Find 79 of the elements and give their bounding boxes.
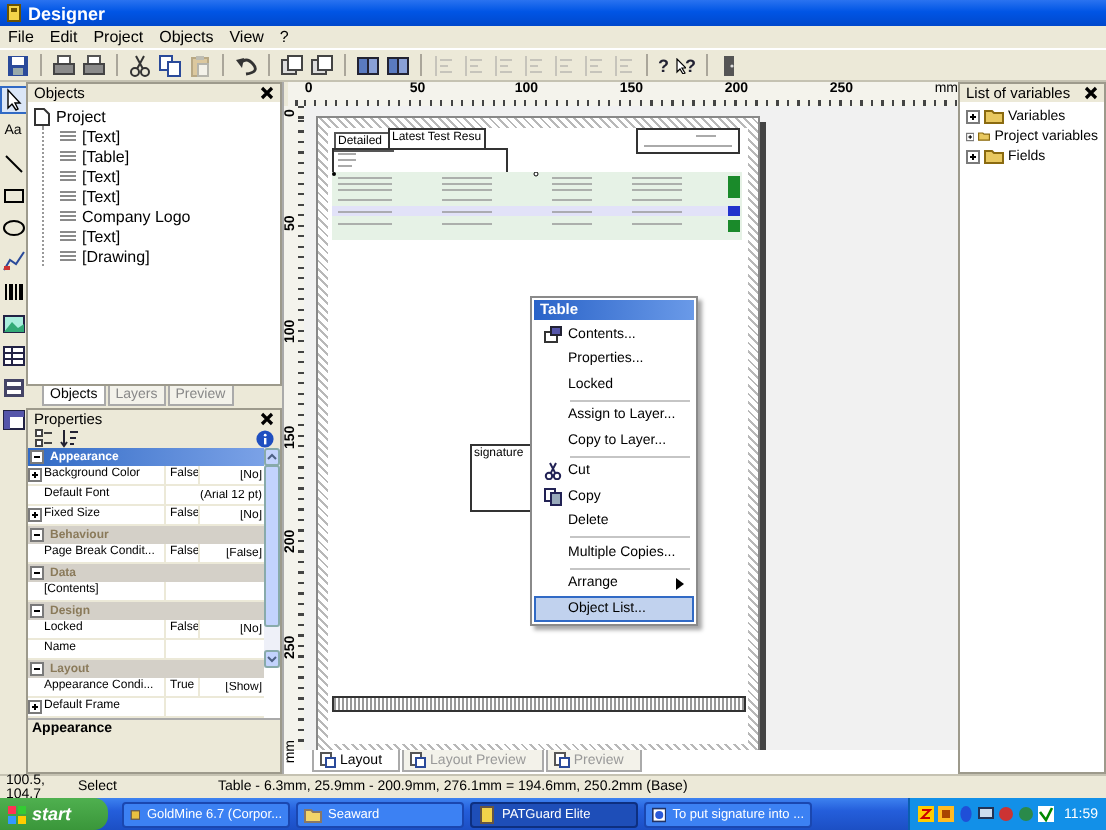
window-title: Designer bbox=[28, 3, 106, 23]
copy-icon[interactable] bbox=[158, 53, 182, 77]
expand-icon[interactable] bbox=[28, 468, 42, 482]
page-icon bbox=[410, 752, 427, 768]
menu-item[interactable]: View bbox=[229, 28, 264, 46]
menu-item[interactable]: Objects bbox=[159, 28, 214, 46]
info-icon[interactable] bbox=[256, 429, 274, 447]
expand-icon[interactable] bbox=[966, 109, 980, 123]
tree-item[interactable]: [Text] bbox=[82, 167, 121, 185]
sort-icon[interactable] bbox=[60, 428, 80, 448]
text-object-icon bbox=[60, 150, 76, 162]
tray-icon[interactable] bbox=[1038, 806, 1054, 822]
text-object-icon bbox=[60, 170, 76, 182]
barcode-tool-icon[interactable] bbox=[0, 278, 27, 306]
crosstab-tool-icon[interactable] bbox=[0, 406, 27, 434]
text-object-icon bbox=[60, 250, 76, 262]
form-tool-icon[interactable] bbox=[0, 374, 27, 402]
grouped-objects-icon[interactable] bbox=[356, 53, 380, 77]
tree-item[interactable]: Project bbox=[56, 107, 106, 125]
text-object-icon bbox=[60, 190, 76, 202]
close-icon[interactable] bbox=[1084, 86, 1098, 100]
menu-item[interactable]: ? bbox=[279, 28, 289, 46]
collapse-icon[interactable] bbox=[30, 450, 44, 464]
help-button[interactable]: ? bbox=[658, 55, 669, 75]
text-object-icon bbox=[60, 210, 76, 222]
collapse-icon[interactable] bbox=[30, 604, 44, 618]
app-icon bbox=[6, 4, 22, 22]
stacked-pages-icon[interactable] bbox=[310, 53, 334, 77]
collapse-icon[interactable] bbox=[30, 528, 44, 542]
picture-tool-icon[interactable] bbox=[0, 310, 27, 338]
expand-icon[interactable] bbox=[28, 700, 42, 714]
tree-item[interactable]: [Text] bbox=[82, 127, 121, 145]
line-tool-icon[interactable] bbox=[0, 150, 27, 178]
expand-icon[interactable] bbox=[28, 508, 42, 522]
copy-icon bbox=[543, 487, 561, 506]
app-icon bbox=[478, 805, 496, 823]
scissors-icon bbox=[543, 462, 561, 481]
tree-item[interactable]: [Text] bbox=[82, 227, 121, 245]
undo-icon[interactable] bbox=[234, 53, 258, 77]
contents-icon bbox=[543, 325, 561, 344]
app-icon bbox=[652, 805, 667, 823]
submenu-arrow-icon bbox=[676, 577, 684, 590]
report-header-box[interactable] bbox=[636, 128, 740, 154]
printer-icon[interactable] bbox=[82, 53, 106, 77]
collapse-icon[interactable] bbox=[30, 662, 44, 676]
menu-item[interactable]: File bbox=[8, 28, 34, 46]
close-icon[interactable] bbox=[260, 412, 274, 426]
page-icon bbox=[320, 752, 336, 768]
chart-tool-icon[interactable] bbox=[0, 246, 27, 274]
stacked-pages-icon[interactable] bbox=[280, 53, 304, 77]
document-icon bbox=[34, 107, 50, 125]
close-icon[interactable] bbox=[260, 86, 274, 100]
grouped-objects-icon[interactable] bbox=[386, 53, 410, 77]
report-footer-band[interactable] bbox=[332, 696, 746, 712]
collapse-icon[interactable] bbox=[30, 566, 44, 580]
table-tool-icon[interactable] bbox=[0, 342, 27, 370]
printer-icon[interactable] bbox=[52, 53, 76, 77]
windows-flag-icon bbox=[8, 805, 26, 823]
tray-icon[interactable] bbox=[918, 806, 934, 822]
tree-item[interactable]: [Text] bbox=[82, 187, 121, 205]
scissors-icon[interactable] bbox=[128, 53, 152, 77]
context-help-button[interactable]: ? bbox=[675, 55, 696, 75]
text-object-icon bbox=[60, 230, 76, 242]
menu-item[interactable]: Project bbox=[93, 28, 144, 46]
expand-icon[interactable] bbox=[966, 129, 975, 143]
tree-item[interactable]: [Table] bbox=[82, 147, 130, 165]
categorized-icon[interactable] bbox=[34, 428, 54, 448]
cursor-icon bbox=[675, 57, 685, 73]
menu-item[interactable]: Edit bbox=[49, 28, 78, 46]
scrollbar[interactable] bbox=[264, 448, 280, 668]
text-object-icon bbox=[60, 130, 76, 142]
page-icon bbox=[553, 752, 570, 768]
app-icon bbox=[304, 805, 322, 823]
ellipse-tool-icon[interactable] bbox=[0, 214, 27, 242]
pointer-tool-icon[interactable] bbox=[0, 86, 27, 114]
tree-item[interactable]: Company Logo bbox=[82, 207, 191, 225]
tree-item[interactable]: [Drawing] bbox=[82, 247, 150, 265]
app-icon bbox=[130, 805, 141, 823]
expand-icon[interactable] bbox=[966, 149, 980, 163]
